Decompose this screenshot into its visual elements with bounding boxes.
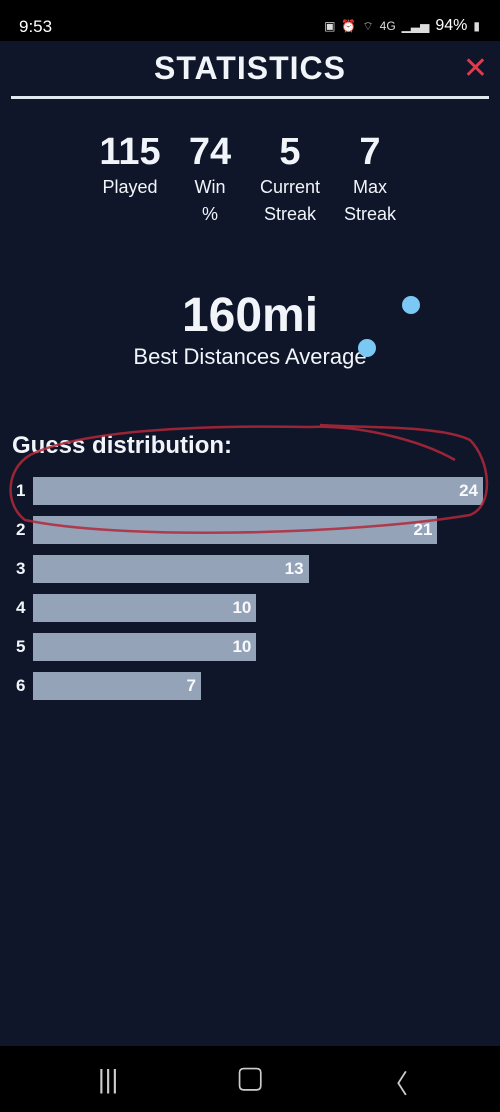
status-bar: 9:53 ▣ ⏰ ⌔ 4G ▁▃▅ 94% ▮ [0,0,500,41]
home-icon[interactable]: ▢ [236,1060,264,1095]
distribution-row: 2 21 [0,516,500,544]
battery-icon: ▮ [473,19,480,33]
distribution-bar: 10 [33,633,257,661]
signal-icon: ▁▃▅ [401,19,430,33]
bar-value: 13 [284,559,304,578]
distribution-bar: 21 [33,516,438,544]
stat-value: 7 [359,131,381,173]
guess-number: 2 [16,520,26,539]
network-type: 4G [379,19,396,33]
distribution-bar: 7 [33,672,201,700]
battery-level: 94% [435,17,468,34]
bar-value: 21 [413,520,433,539]
bar-value: 10 [232,598,252,617]
best-distance-average: 160mi Best Distances Average [0,288,500,370]
distribution-row: 4 10 [0,594,500,622]
stat-value: 5 [279,131,301,173]
stat-value: 74 [188,131,232,173]
stat-current-streak: 5 Current Streak [250,130,330,228]
recent-apps-icon[interactable]: ||| [98,1064,118,1095]
distribution-bar: 13 [33,555,309,583]
distribution-bar: 24 [33,477,483,505]
notification-icon: ▣ [324,19,336,33]
stat-max-streak: 7 Max Streak [330,130,410,228]
android-nav-bar: ||| ▢ 〈 [0,1046,500,1112]
guess-number: 6 [16,676,26,695]
average-label: Best Distances Average [133,344,367,369]
stat-label: Played [102,177,158,197]
distribution-bar: 10 [33,594,257,622]
stats-row: 115 Played 74 Win % 5 Current Streak 7 Max S… [0,130,500,228]
bar-value: 24 [459,481,478,500]
guess-number: 5 [16,637,26,656]
bar-value: 10 [232,637,252,656]
distribution-row: 67 [0,672,500,700]
decorative-dot [358,339,376,357]
guess-number: 3 [16,559,26,578]
decorative-dot [402,296,420,314]
stat-value: 115 [99,131,161,173]
stat-win: 74 Win % [170,130,250,228]
stat-label: Current Streak [259,177,321,224]
status-time: 9:53 [19,17,53,36]
stat-played: 115 Played [90,130,170,228]
bar-value: 7 [186,676,196,695]
alarm-icon: ⏰ [341,19,357,33]
distribution-row: 1 24 [0,477,500,505]
wifi-icon: ⌔ [362,18,374,33]
average-value: 160mi [181,289,319,342]
close-icon[interactable]: ✕ [463,54,488,84]
distribution-row: 3 13 [0,555,500,583]
stat-label: Max Streak [343,177,397,224]
distribution-title: Guess distribution: [12,432,233,459]
guess-number: 1 [16,481,26,500]
back-icon[interactable]: 〈 [382,1064,408,1101]
stat-label: Win % [194,177,226,224]
guess-number: 4 [16,598,26,617]
page-title: STATISTICS [154,50,346,86]
distribution-row: 5 10 [0,633,500,661]
divider [11,96,489,99]
